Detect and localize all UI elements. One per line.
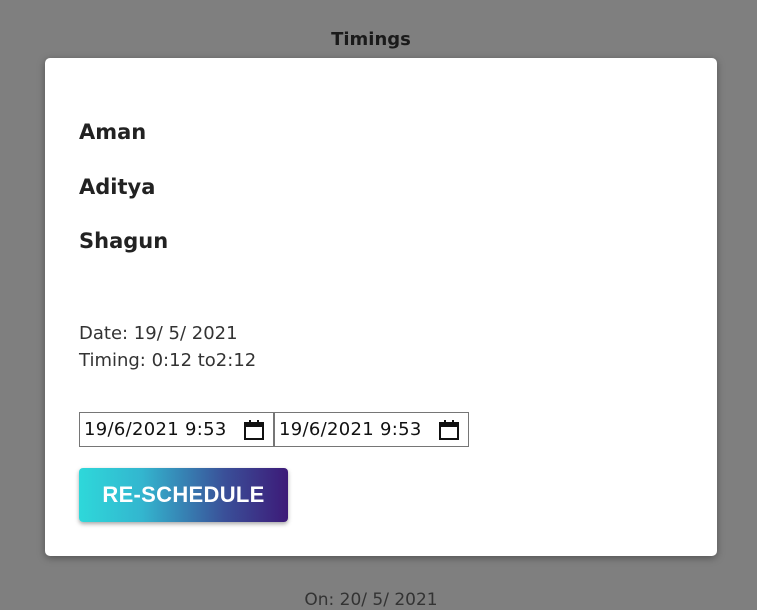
end-datetime-value: 19/6/2021 9:53 [279,419,422,440]
calendar-icon[interactable] [243,419,265,441]
participant-name: Shagun [79,229,169,253]
footer-date: On: 20/ 5/ 2021 [304,590,438,610]
meeting-date: Date: 19/ 5/ 2021 [79,323,238,344]
participant-name: Aman [79,120,147,144]
participant-list: Aman Aditya Shagun [79,118,168,282]
reschedule-button[interactable]: RE-SCHEDULE [79,468,288,522]
page-title: Timings [331,29,411,50]
participant-name: Aditya [79,174,156,199]
start-datetime-value: 19/6/2021 9:53 [84,419,227,440]
calendar-icon[interactable] [438,419,460,441]
meeting-details: Date: 19/ 5/ 2021 Timing: 0:12 to2:12 [79,320,256,374]
meeting-timing: Timing: 0:12 to2:12 [79,350,257,371]
end-datetime-input[interactable]: 19/6/2021 9:53 [274,412,469,447]
datetime-inputs: 19/6/2021 9:53 19/6/2021 9:53 [79,412,469,447]
start-datetime-input[interactable]: 19/6/2021 9:53 [79,412,274,447]
schedule-modal: Aman Aditya Shagun Date: 19/ 5/ 2021 Tim… [45,58,717,556]
